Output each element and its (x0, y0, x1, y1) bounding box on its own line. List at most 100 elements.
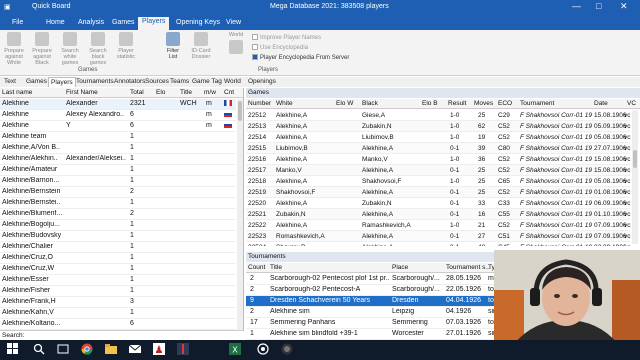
tab-players[interactable]: Players (138, 17, 170, 30)
col-white[interactable]: White (276, 100, 293, 107)
doctab-text[interactable]: Text (2, 77, 18, 86)
player-row[interactable]: Alekhine/Cruz,O 1 (0, 253, 236, 264)
use-encyclopedia-check[interactable]: Use Encyclopedia (252, 44, 308, 51)
quick-board-label[interactable]: Quick Board (32, 3, 71, 10)
col-tour-start[interactable]: Tournament s... (446, 264, 491, 271)
tab-games[interactable]: Games (108, 18, 139, 27)
col-total[interactable]: Total (130, 89, 144, 96)
player-statistic-button[interactable]: Player statistic (114, 32, 138, 60)
mail-icon[interactable] (128, 343, 142, 357)
col-result[interactable]: Result (448, 100, 466, 107)
quick-access-icon[interactable]: ▣ (4, 3, 11, 11)
prepare-white-button[interactable]: Prepare against White (2, 32, 26, 66)
player-row[interactable]: Alekhine/Bogolju... 1 (0, 220, 236, 231)
col-first-name[interactable]: First Name (66, 89, 98, 96)
player-row[interactable]: Alekhine/Chalier 1 (0, 242, 236, 253)
filter-list-button[interactable]: Filter List (162, 32, 184, 60)
doctab-teams[interactable]: Teams (168, 77, 191, 86)
player-row[interactable]: Alekhine/Bernstei.. 1 (0, 198, 236, 209)
excel-icon[interactable]: X (228, 343, 242, 357)
close-button[interactable]: ✕ (620, 1, 628, 12)
player-row[interactable]: Alekhine Y 6 m (0, 121, 236, 132)
col-elo[interactable]: Elo (156, 89, 165, 96)
search-white-button[interactable]: Search white games (58, 32, 82, 66)
col-last-name[interactable]: Last name (2, 89, 32, 96)
scroll-thumb[interactable] (633, 150, 637, 168)
col-black[interactable]: Black (362, 100, 378, 107)
id-card-button[interactable]: ID-Card Dossier (186, 32, 216, 60)
camera-icon[interactable] (256, 343, 270, 357)
doctab-sources[interactable]: Sources (143, 77, 171, 86)
encyclopedia-server-check[interactable]: Player Encyclopedia From Server (252, 54, 349, 61)
chrome-icon[interactable] (80, 343, 94, 357)
game-row[interactable]: 22514 Alekhine,A Liubimov,B 1-0 19 C52 F Shakh… (246, 132, 631, 143)
col-date[interactable]: Date (594, 100, 608, 107)
player-row[interactable]: Alekhine/Barnon... 1 (0, 176, 236, 187)
scroll-thumb[interactable] (238, 101, 242, 121)
player-row[interactable]: Alekhine/Blumenf... 2 (0, 209, 236, 220)
doctab-openings[interactable]: Openings (246, 77, 278, 86)
game-row[interactable]: 22524 Shavrov,B Alekhine,A 0-1 40 C45 F Shakho… (246, 242, 631, 246)
col-mw[interactable]: m/w (204, 89, 216, 96)
col-elo-b[interactable]: Elo B (422, 100, 438, 107)
game-row[interactable]: 22519 Shakhovsoi,F Alekhine,A 0-1 25 C52 F Sha… (246, 187, 631, 198)
minimize-button[interactable]: — (572, 1, 581, 11)
col-tour-title[interactable]: Title (270, 264, 282, 271)
col-place[interactable]: Place (392, 264, 408, 271)
maximize-button[interactable]: □ (596, 1, 601, 11)
search-icon[interactable] (32, 343, 46, 357)
game-row[interactable]: 22512 Alekhine,A Giese,A 1-0 25 C29 F Shakhovs… (246, 110, 631, 121)
game-row[interactable]: 22522 Alekhine,A Ramashkevich,A 1-0 21 C52 F S… (246, 220, 631, 231)
player-row[interactable]: Alekhine Alexander 2321 WCH m (0, 99, 236, 110)
game-row[interactable]: 22517 Manko,V Alekhine,A 0-1 25 C52 F Shakhovs… (246, 165, 631, 176)
player-row[interactable]: Alekhine team 1 (0, 132, 236, 143)
explorer-icon[interactable] (104, 343, 118, 357)
col-count[interactable]: Count (248, 264, 265, 271)
col-elo-w[interactable]: Elo W (336, 100, 353, 107)
doctab-game-tag[interactable]: Game Tag (190, 77, 224, 86)
game-row[interactable]: 22518 Alekhine,A Shakhovsoi,F 1-0 25 C65 F Sha… (246, 176, 631, 187)
player-row[interactable]: Alekhine/Cruz,W 1 (0, 264, 236, 275)
tab-file[interactable]: File (8, 18, 27, 27)
player-row[interactable]: Alekhine/Budovsky 1 (0, 231, 236, 242)
doctab-games[interactable]: Games (24, 77, 49, 86)
game-row[interactable]: 22520 Alekhine,A Zubakin,N 0-1 33 C33 F Shakho… (246, 198, 631, 209)
col-number[interactable]: Number (248, 100, 271, 107)
game-row[interactable]: 22521 Zubakin,N Alekhine,A 0-1 16 C55 F Shakho… (246, 209, 631, 220)
player-row[interactable]: Alekhine Alexey Alexandro.. 6 m (0, 110, 236, 121)
player-row[interactable]: Alekhine/Alekhin.. Alexander/Aleksei.. 1 (0, 154, 236, 165)
tab-view[interactable]: View (222, 18, 245, 27)
players-scrollbar[interactable] (237, 99, 243, 334)
player-row[interactable]: Alekhine/Koltano... 6 (0, 319, 236, 330)
player-row[interactable]: Alekhine/Esser 1 (0, 275, 236, 286)
obs-icon[interactable] (280, 343, 294, 357)
tab-home[interactable]: Home (42, 18, 69, 27)
red-app-icon[interactable] (176, 343, 190, 357)
search-black-button[interactable]: Search black games (86, 32, 110, 66)
task-view-icon[interactable] (56, 343, 70, 357)
prepare-black-button[interactable]: Prepare against Black (30, 32, 54, 66)
doctab-players[interactable]: Players (48, 77, 76, 87)
search-bar[interactable]: Search: (0, 330, 244, 340)
col-country[interactable]: Cnt (224, 89, 234, 96)
games-scrollbar[interactable] (632, 110, 638, 244)
game-row[interactable]: 22515 Liubimov,B Alekhine,A 0-1 39 C80 F Shakh… (246, 143, 631, 154)
game-row[interactable]: 22516 Alekhine,A Manko,V 1-0 36 C52 F Shakhovs… (246, 154, 631, 165)
doctab-tournaments[interactable]: Tournaments (74, 77, 116, 86)
col-title[interactable]: Title (180, 89, 192, 96)
player-row[interactable]: Alekhine/Bernstein 2 (0, 187, 236, 198)
player-row[interactable]: Alekhine/Frank,H 3 (0, 297, 236, 308)
player-row[interactable]: Alekhine/Amateur 1 (0, 165, 236, 176)
col-vc[interactable]: VC (627, 100, 636, 107)
player-row[interactable]: Alekhine/Fisher 1 (0, 286, 236, 297)
player-row[interactable]: Alekhine/Kahn,V 1 (0, 308, 236, 319)
col-tournament[interactable]: Tournament (520, 100, 554, 107)
chessbase-icon[interactable]: ♟ (152, 343, 166, 357)
player-row[interactable]: Alekhine,A/Von B.. 1 (0, 143, 236, 154)
col-moves[interactable]: Moves (474, 100, 493, 107)
tab-analysis[interactable]: Analysis (74, 18, 108, 27)
doctab-world[interactable]: World (222, 77, 243, 86)
game-row[interactable]: 22513 Alekhine,A Zubakin,N 1-0 62 C52 F Shakho… (246, 121, 631, 132)
col-eco[interactable]: ECO (498, 100, 512, 107)
improve-names-check[interactable]: Improve Player Names (252, 34, 321, 41)
